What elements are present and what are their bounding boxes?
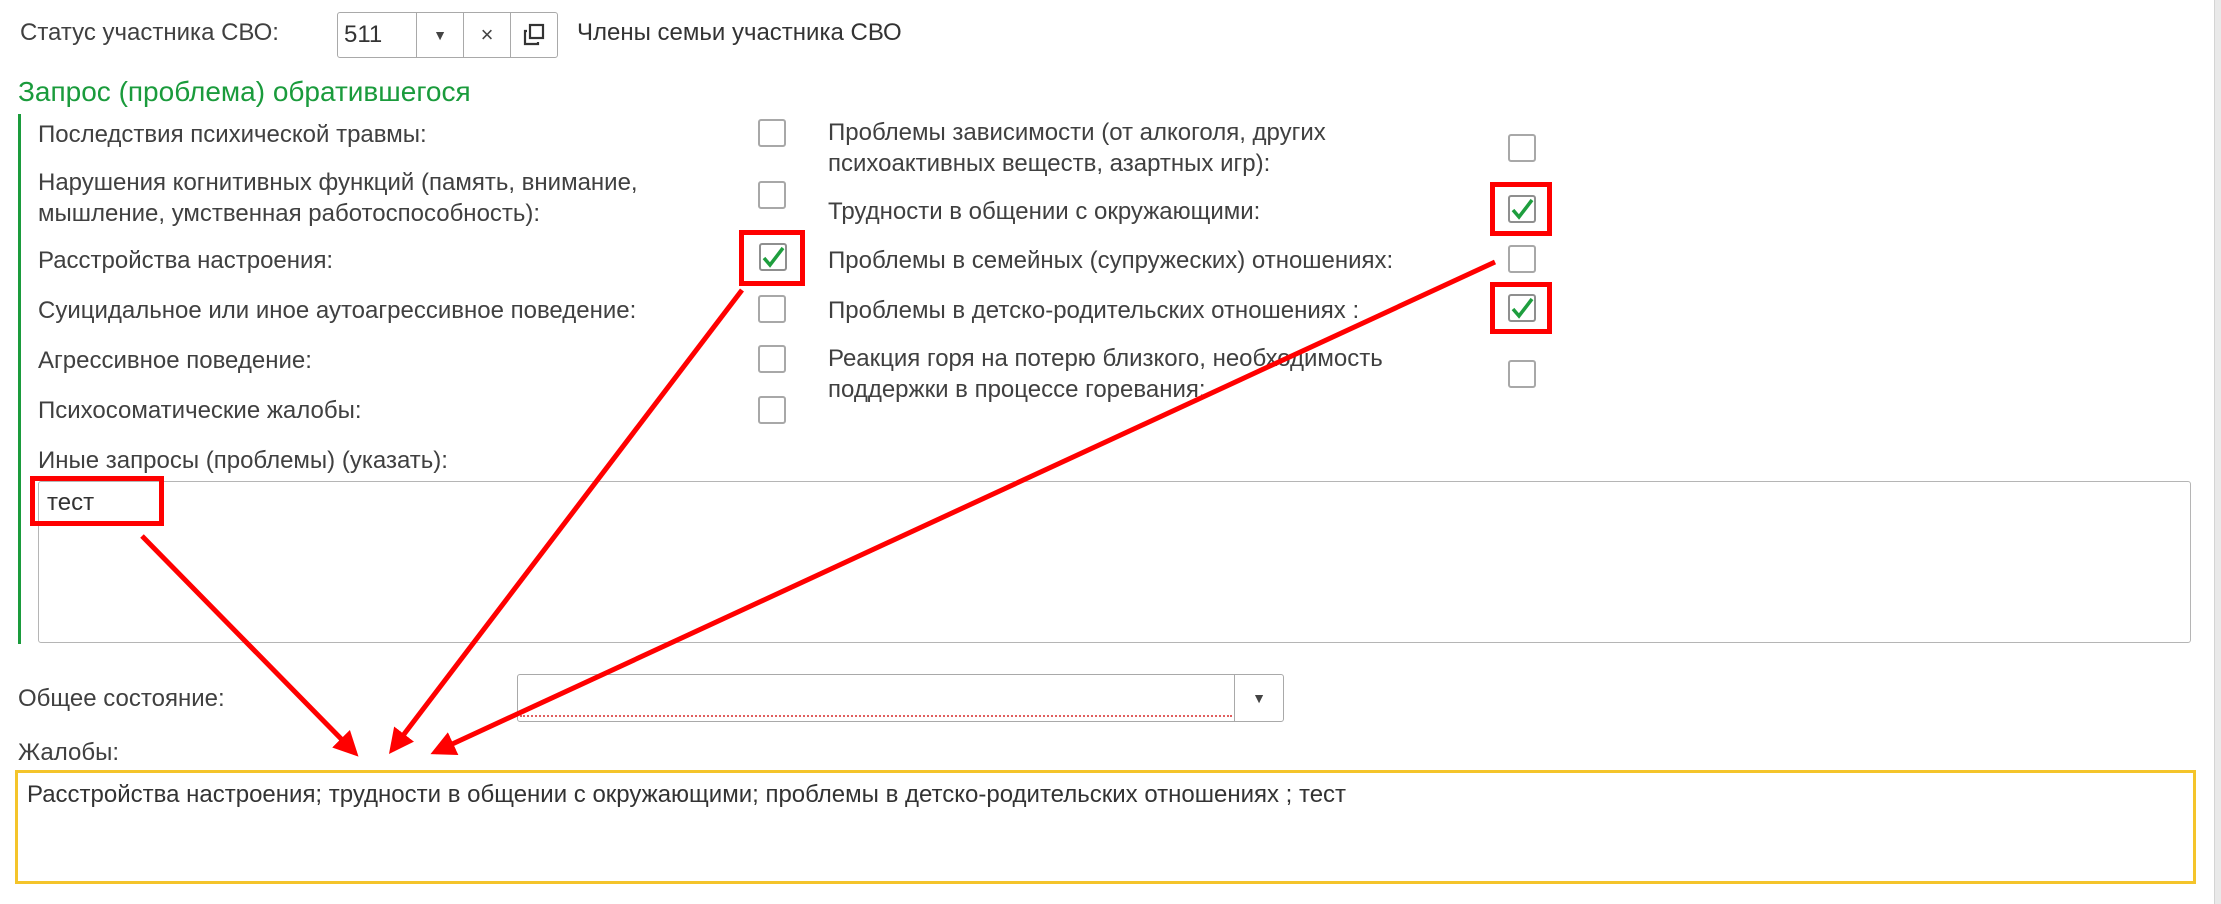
- checkbox-aggressive[interactable]: [758, 345, 786, 373]
- item-label-mood: Расстройства настроения:: [38, 247, 334, 274]
- dropdown-button[interactable]: ▼: [1234, 675, 1283, 721]
- checkbox-trauma[interactable]: [758, 119, 786, 147]
- status-type-label: Члены семьи участника СВО: [577, 19, 902, 46]
- other-requests-label: Иные запросы (проблемы) (указать):: [38, 447, 448, 474]
- item-label-family: Проблемы в семейных (супружеских) отноше…: [828, 247, 1394, 274]
- checkbox-addiction[interactable]: [1508, 134, 1536, 162]
- checkbox-psychosomatic[interactable]: [758, 396, 786, 424]
- item-label-aggressive: Агрессивное поведение:: [38, 347, 312, 374]
- other-requests-value[interactable]: тест: [39, 482, 2190, 524]
- checkmark-icon: [1511, 297, 1534, 319]
- open-button[interactable]: [510, 13, 557, 57]
- item-label-suicidal: Суицидальное или иное аутоагрессивное по…: [38, 297, 637, 324]
- status-label: Статус участника СВО:: [20, 19, 279, 46]
- item-label-grief: Реакция горя на потерю близкого, необход…: [828, 345, 1383, 403]
- other-requests-field[interactable]: тест: [38, 481, 2191, 643]
- clear-button[interactable]: ×: [463, 13, 510, 57]
- checkbox-communication[interactable]: [1508, 195, 1536, 223]
- complaints-field[interactable]: Расстройства настроения; трудности в общ…: [15, 770, 2196, 884]
- checkmark-icon: [762, 246, 785, 268]
- item-label-communication: Трудности в общении с окружающими:: [828, 198, 1261, 225]
- chevron-down-icon: ▼: [433, 27, 447, 43]
- status-field[interactable]: 511 ▼ ×: [337, 12, 558, 58]
- checkbox-cognitive[interactable]: [758, 181, 786, 209]
- item-label-trauma: Последствия психической травмы:: [38, 121, 427, 148]
- chevron-down-icon: ▼: [1252, 690, 1266, 706]
- complaints-label: Жалобы:: [18, 739, 120, 766]
- checkbox-grief[interactable]: [1508, 360, 1536, 388]
- checkmark-icon: [1511, 198, 1534, 220]
- dropdown-button[interactable]: ▼: [416, 13, 463, 57]
- group-title: Запрос (проблема) обратившегося: [18, 76, 471, 107]
- close-icon: ×: [480, 22, 494, 47]
- scrollbar[interactable]: [2214, 0, 2221, 904]
- item-label-psychosomatic: Психосоматические жалобы:: [38, 397, 362, 424]
- item-label-parent-child: Проблемы в детско-родительских отношения…: [828, 297, 1360, 324]
- highlight-box: [30, 476, 164, 526]
- status-value[interactable]: 511: [338, 13, 416, 57]
- group-bar: [18, 114, 21, 644]
- checkbox-mood[interactable]: [759, 243, 787, 271]
- required-underline: [520, 715, 1232, 717]
- checkbox-suicidal[interactable]: [758, 295, 786, 323]
- checkbox-family[interactable]: [1508, 245, 1536, 273]
- general-state-label: Общее состояние:: [18, 685, 225, 712]
- item-label-addiction: Проблемы зависимости (от алкоголя, други…: [828, 119, 1326, 177]
- checkbox-parent-child[interactable]: [1508, 294, 1536, 322]
- item-label-cognitive: Нарушения когнитивных функций (память, в…: [38, 169, 638, 227]
- open-window-icon: [523, 23, 545, 46]
- complaints-value[interactable]: Расстройства настроения; трудности в общ…: [18, 773, 2193, 817]
